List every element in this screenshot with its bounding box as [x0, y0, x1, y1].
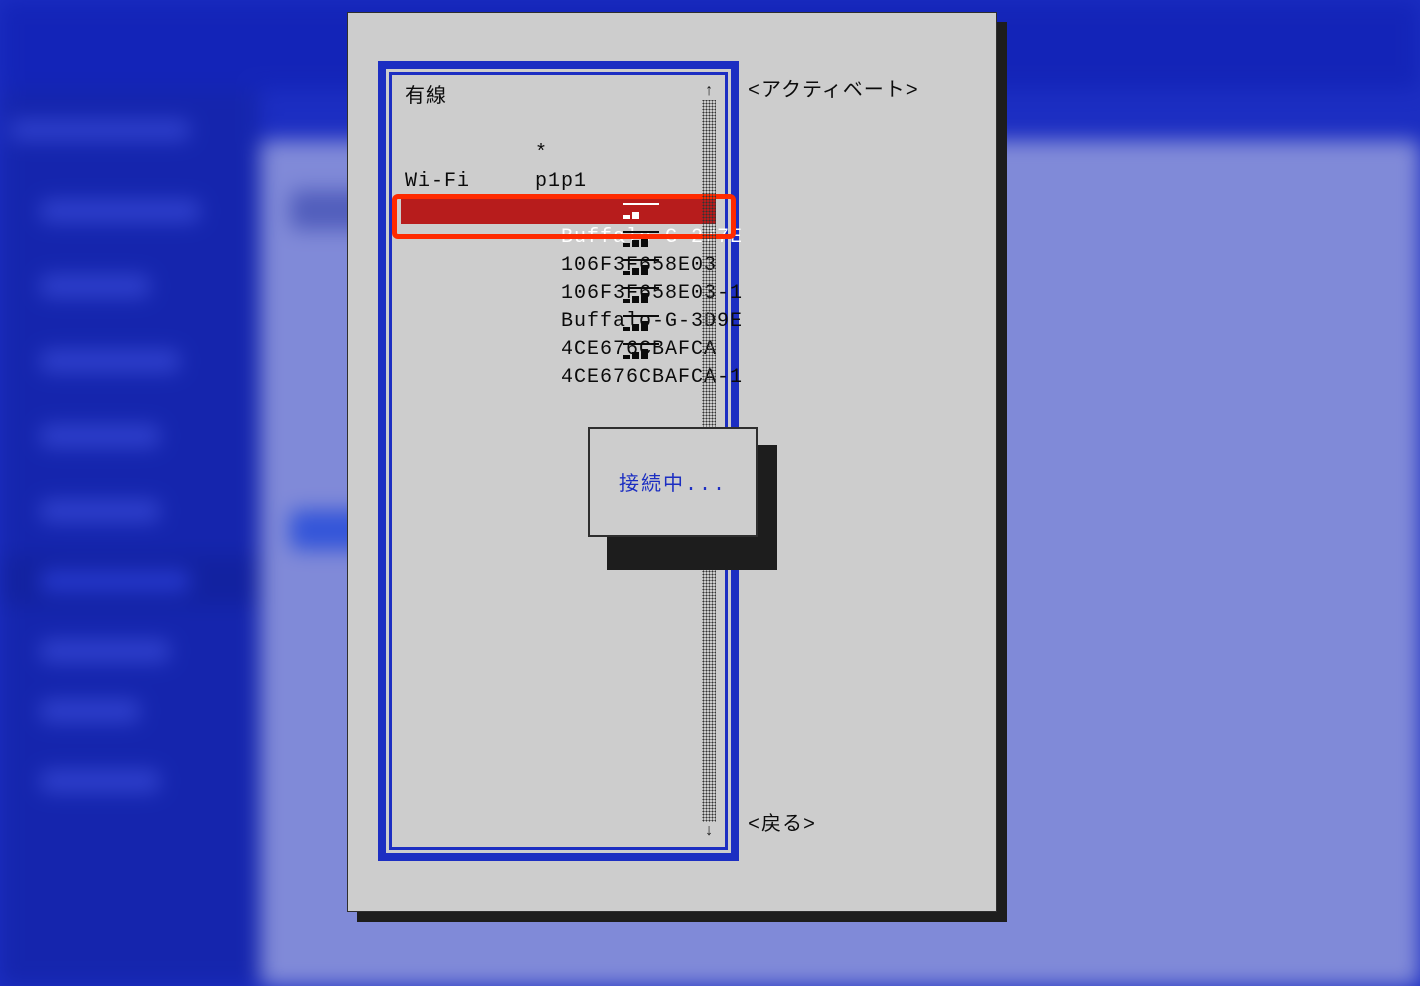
wifi-signal-icon: [623, 205, 667, 219]
spacer: [401, 140, 716, 168]
scroll-down-icon[interactable]: ↓: [702, 822, 716, 840]
section-wifi-header: Wi-Fi: [401, 168, 716, 196]
wifi-item[interactable]: 4CE676CBAFCA: [401, 308, 716, 336]
wired-item-p1p1[interactable]: * p1p1: [401, 112, 716, 140]
wifi-item[interactable]: 4CE676CBAFCA-1: [401, 336, 716, 364]
wifi-item-selected[interactable]: Buffalo-G-277E: [401, 196, 716, 224]
network-manager-window: 有線 * p1p1 Wi-Fi Buffalo-G-277E 106F3F658…: [347, 12, 997, 912]
wifi-signal-icon: [623, 345, 667, 359]
activate-button[interactable]: <アクティベート>: [748, 73, 919, 103]
wifi-signal-icon: [623, 233, 667, 247]
wifi-signal-icon: [623, 289, 667, 303]
back-button[interactable]: <戻る>: [748, 807, 816, 837]
wifi-item[interactable]: 106F3F658E03-1: [401, 252, 716, 280]
scroll-up-icon[interactable]: ↑: [702, 82, 716, 100]
wifi-signal-icon: [623, 317, 667, 331]
connecting-message: 接続中...: [619, 467, 727, 497]
connecting-popup: 接続中...: [588, 427, 758, 537]
section-wired-header: 有線: [401, 84, 716, 112]
wifi-item[interactable]: Buffalo-G-3D9E: [401, 280, 716, 308]
wifi-item[interactable]: 106F3F658E03: [401, 224, 716, 252]
wifi-signal-icon: [623, 261, 667, 275]
